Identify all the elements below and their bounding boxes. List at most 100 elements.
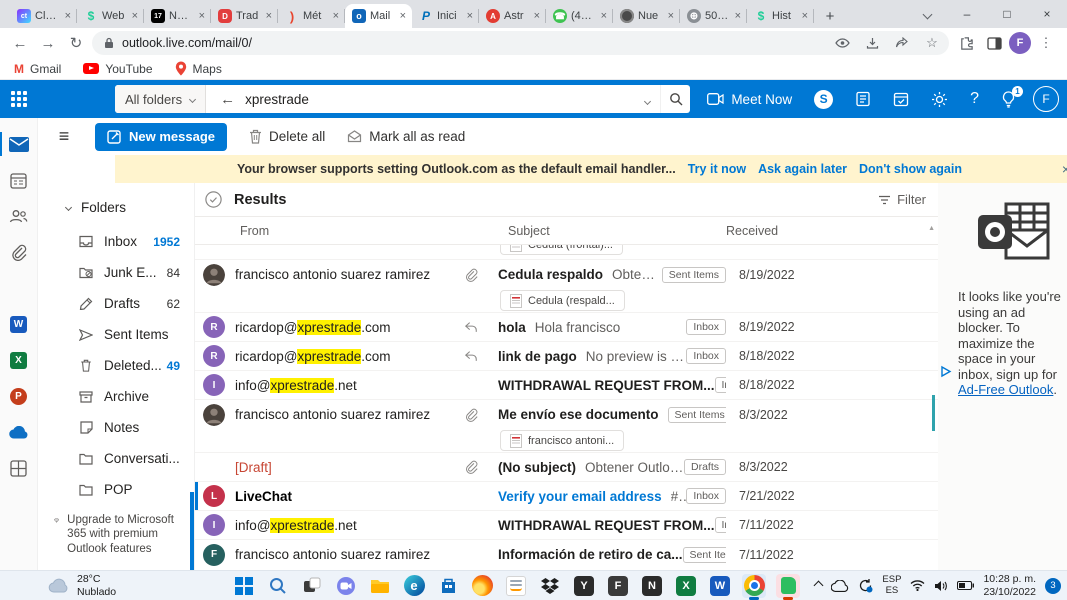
start-button[interactable] bbox=[232, 574, 256, 598]
install-app-icon[interactable] bbox=[861, 32, 883, 54]
adchoices-icon[interactable] bbox=[940, 365, 953, 378]
new-tab-button[interactable]: + bbox=[818, 4, 842, 28]
tab-paypal[interactable]: P Inici × bbox=[412, 4, 479, 28]
wifi-icon[interactable] bbox=[910, 580, 925, 591]
attachment-chip[interactable]: francisco antoni... bbox=[500, 430, 625, 451]
email-row[interactable]: francisco antonio suarez ramirez Me enví… bbox=[195, 400, 938, 429]
ask-again-later-link[interactable]: Ask again later bbox=[758, 162, 847, 176]
tab-close-icon[interactable]: × bbox=[733, 10, 743, 22]
whats-new-button[interactable]: 1 bbox=[990, 80, 1027, 118]
volume-icon[interactable] bbox=[934, 580, 948, 592]
filter-button[interactable]: Filter bbox=[878, 192, 926, 207]
tab-clickup[interactable]: ct Click × bbox=[10, 4, 77, 28]
delete-all-button[interactable]: Delete all bbox=[249, 129, 325, 144]
battery-icon[interactable] bbox=[957, 581, 975, 590]
column-from[interactable]: From bbox=[240, 224, 269, 238]
tab-close-icon[interactable]: × bbox=[63, 10, 73, 22]
meet-now-button[interactable]: Meet Now bbox=[696, 80, 803, 118]
bookmark-maps[interactable]: Maps bbox=[175, 61, 222, 76]
taskbar-weather[interactable]: 28°C Nublado bbox=[48, 573, 116, 598]
skype-button[interactable]: S bbox=[803, 80, 844, 118]
word-icon[interactable]: W bbox=[708, 574, 732, 598]
folder-inbox[interactable]: Inbox 1952 bbox=[38, 226, 194, 257]
task-view-icon[interactable] bbox=[300, 574, 324, 598]
excel-icon[interactable]: X bbox=[674, 574, 698, 598]
taskbar-clock[interactable]: 10:28 p. m. 23/10/2022 bbox=[983, 573, 1036, 598]
edge-icon[interactable]: e bbox=[402, 574, 426, 598]
url-text[interactable]: outlook.live.com/mail/0/ bbox=[122, 36, 823, 50]
browser-menu-dots-icon[interactable]: ⋮ bbox=[1033, 30, 1059, 56]
folder-conversation[interactable]: Conversati... bbox=[38, 443, 194, 474]
scroll-up-icon[interactable]: ▲ bbox=[928, 225, 935, 232]
dont-show-again-link[interactable]: Don't show again bbox=[859, 162, 962, 176]
rail-mail-icon[interactable] bbox=[0, 126, 38, 162]
back-button[interactable]: ← bbox=[8, 31, 32, 55]
rail-calendar-icon[interactable] bbox=[0, 162, 38, 198]
microsoft-store-icon[interactable] bbox=[436, 574, 460, 598]
tab-close-icon[interactable]: × bbox=[398, 10, 408, 22]
tab-search-chevron-icon[interactable] bbox=[907, 0, 947, 28]
window-maximize-button[interactable]: □ bbox=[987, 0, 1027, 28]
list-scrollbar-thumb[interactable] bbox=[931, 395, 935, 431]
tab-close-icon[interactable]: × bbox=[264, 10, 274, 22]
help-button[interactable]: ? bbox=[959, 80, 990, 118]
rail-todo-icon[interactable] bbox=[0, 270, 38, 306]
tab-close-icon[interactable]: × bbox=[465, 10, 475, 22]
account-avatar[interactable]: F bbox=[1033, 86, 1059, 112]
email-row-unread[interactable]: L LiveChat Verify your email address ##Y.… bbox=[195, 482, 938, 511]
tab-close-icon[interactable]: × bbox=[532, 10, 542, 22]
browser-profile-avatar[interactable]: F bbox=[1009, 32, 1031, 54]
taskbar-search-icon[interactable] bbox=[266, 574, 290, 598]
search-submit-magnifier-icon[interactable] bbox=[660, 85, 690, 113]
evernote-icon-active[interactable] bbox=[776, 573, 800, 600]
extensions-puzzle-icon[interactable] bbox=[953, 30, 979, 56]
tab-metodo[interactable]: ) Mét × bbox=[278, 4, 345, 28]
settings-button[interactable] bbox=[920, 80, 959, 118]
folder-sent[interactable]: Sent Items bbox=[38, 319, 194, 350]
eye-icon[interactable] bbox=[831, 32, 853, 54]
rail-attachments-icon[interactable] bbox=[0, 234, 38, 270]
firefox-icon[interactable] bbox=[470, 574, 494, 598]
amazon-icon[interactable] bbox=[504, 574, 528, 598]
ad-free-outlook-link[interactable]: Ad-Free Outlook bbox=[958, 382, 1053, 397]
column-subject[interactable]: Subject bbox=[508, 224, 550, 238]
app-launcher-waffle-icon[interactable] bbox=[0, 80, 38, 118]
tab-504[interactable]: ⊕ 504 (× bbox=[680, 4, 747, 28]
onedrive-tray-icon[interactable] bbox=[831, 579, 849, 592]
y-app-icon[interactable]: Y bbox=[572, 574, 596, 598]
window-minimize-button[interactable]: – bbox=[947, 0, 987, 28]
dropbox-icon[interactable] bbox=[538, 574, 562, 598]
share-icon[interactable] bbox=[891, 32, 913, 54]
email-row[interactable]: R ricardop@xprestrade.com link de pago No… bbox=[195, 342, 938, 371]
new-message-button[interactable]: New message bbox=[95, 122, 227, 151]
folders-header[interactable]: Folders bbox=[38, 196, 194, 218]
tab-web[interactable]: $ Web × bbox=[77, 4, 144, 28]
rail-onedrive-icon[interactable] bbox=[0, 414, 38, 450]
email-row[interactable]: I info@xprestrade.net WITHDRAWAL REQUEST… bbox=[195, 511, 938, 540]
bookmark-star-icon[interactable]: ☆ bbox=[921, 32, 943, 54]
tab-close-icon[interactable]: × bbox=[666, 10, 676, 22]
tab-close-icon[interactable]: × bbox=[800, 10, 810, 22]
bookmark-gmail[interactable]: M Gmail bbox=[14, 62, 61, 76]
side-panel-icon[interactable] bbox=[981, 30, 1007, 56]
banner-close-icon[interactable]: × bbox=[1062, 161, 1067, 177]
folder-drafts[interactable]: Drafts 62 bbox=[38, 288, 194, 319]
search-back-icon[interactable]: ← bbox=[220, 91, 235, 108]
folder-deleted[interactable]: Deleted... 49 bbox=[38, 350, 194, 381]
tab-trade[interactable]: D Trad × bbox=[211, 4, 278, 28]
n-app-icon[interactable]: N bbox=[640, 574, 664, 598]
search-chevron-down-icon[interactable] bbox=[643, 92, 652, 107]
tab-close-icon[interactable]: × bbox=[130, 10, 140, 22]
folder-pop[interactable]: POP bbox=[38, 474, 194, 505]
chrome-icon-active[interactable] bbox=[742, 573, 766, 600]
email-row-draft[interactable]: [Draft] (No subject) Obtener Outlook...Dr… bbox=[195, 453, 938, 482]
teams-chat-icon[interactable] bbox=[334, 574, 358, 598]
folder-junk[interactable]: Junk E... 84 bbox=[38, 257, 194, 288]
rail-word-icon[interactable]: W bbox=[0, 306, 38, 342]
hamburger-menu-icon[interactable]: ≡ bbox=[50, 126, 78, 147]
tab-historial[interactable]: $ Hist × bbox=[747, 4, 814, 28]
email-row[interactable]: F francisco antonio suarez ramirez Infor… bbox=[195, 540, 938, 569]
bookmark-youtube[interactable]: YouTube bbox=[83, 62, 153, 76]
column-received[interactable]: Received bbox=[726, 224, 778, 238]
tab-astro[interactable]: A Astr × bbox=[479, 4, 546, 28]
